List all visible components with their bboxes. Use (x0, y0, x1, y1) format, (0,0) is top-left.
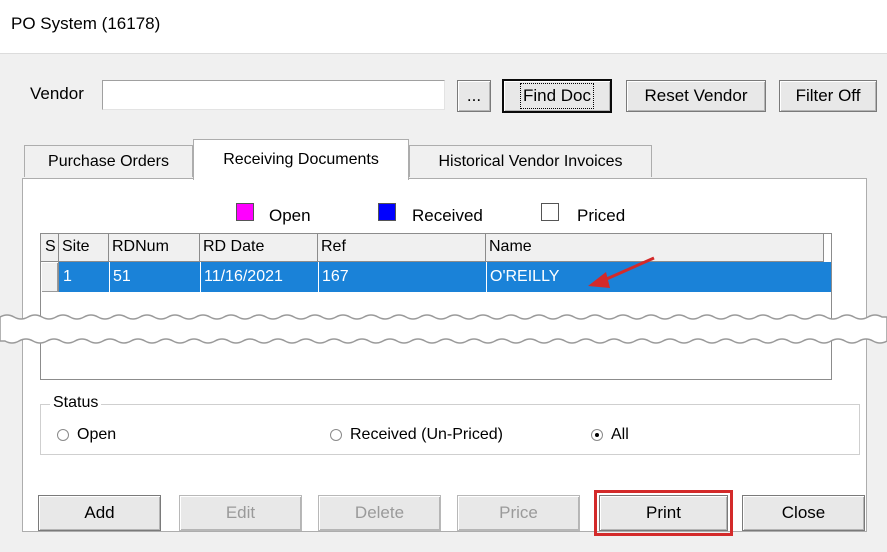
reset-vendor-button[interactable]: Reset Vendor (626, 80, 766, 112)
status-open-label[interactable]: Open (77, 426, 116, 444)
price-button-label: Price (499, 503, 538, 522)
edit-button-label: Edit (225, 503, 256, 522)
tab-historical-vendor-invoices[interactable]: Historical Vendor Invoices (409, 145, 652, 177)
print-button-label: Print (646, 503, 681, 522)
tab-purchase-orders-label: Purchase Orders (48, 152, 169, 170)
legend-open-swatch (236, 203, 254, 221)
table-row[interactable]: 1 51 11/16/2021 167 O'REILLY (41, 262, 831, 292)
cell-site: 1 (63, 268, 72, 285)
grid-column-divider (109, 262, 110, 292)
tab-receiving-documents-label: Receiving Documents (223, 151, 379, 168)
column-header-rd-date[interactable]: RD Date (200, 234, 318, 262)
filter-off-label: Filter Off (795, 86, 861, 105)
add-button-label: Add (84, 503, 115, 522)
column-header-s[interactable]: S (41, 234, 59, 262)
delete-button-label: Delete (354, 503, 405, 522)
cell-rdnum: 51 (113, 268, 131, 285)
tab-receiving-documents[interactable]: Receiving Documents (193, 139, 409, 180)
legend-priced-swatch (541, 203, 559, 221)
reset-vendor-label: Reset Vendor (644, 86, 748, 105)
legend-received-swatch (378, 203, 396, 221)
cell-ref: 167 (322, 268, 349, 285)
receiving-documents-grid[interactable]: S Site RDNum RD Date Ref Name 1 51 11/16… (40, 233, 832, 380)
vendor-browse-label: ... (466, 86, 482, 105)
vendor-browse-button[interactable]: ... (457, 80, 491, 112)
status-received-unpriced-radio[interactable] (330, 429, 342, 441)
delete-button[interactable]: Delete (318, 495, 441, 531)
find-doc-button[interactable]: Find Doc (502, 79, 612, 113)
cell-rd-date: 11/16/2021 (204, 268, 283, 285)
close-button-label: Close (781, 503, 826, 522)
filter-off-button[interactable]: Filter Off (779, 80, 877, 112)
row-selector[interactable] (41, 262, 59, 292)
vendor-label: Vendor (30, 84, 84, 103)
grid-column-divider (200, 262, 201, 292)
window-title: PO System (16178) (11, 14, 161, 33)
column-header-rdnum[interactable]: RDNum (109, 234, 200, 262)
status-open-radio[interactable] (57, 429, 69, 441)
legend-priced-label: Priced (577, 206, 626, 225)
status-all-label[interactable]: All (611, 426, 629, 444)
price-button[interactable]: Price (457, 495, 580, 531)
status-group-title: Status (50, 394, 102, 412)
add-button[interactable]: Add (38, 495, 161, 531)
legend-received-label: Received (412, 206, 483, 225)
close-button[interactable]: Close (742, 495, 865, 531)
print-button[interactable]: Print (594, 490, 733, 536)
legend-open-label: Open (269, 206, 311, 225)
status-received-unpriced-label[interactable]: Received (Un-Priced) (350, 426, 503, 444)
tab-purchase-orders[interactable]: Purchase Orders (24, 145, 193, 177)
column-header-ref[interactable]: Ref (318, 234, 486, 262)
tab-historical-vendor-invoices-label: Historical Vendor Invoices (438, 152, 623, 170)
grid-column-divider (486, 262, 487, 292)
title-bar: PO System (16178) (0, 0, 887, 54)
edit-button[interactable]: Edit (179, 495, 302, 531)
grid-column-divider (318, 262, 319, 292)
callout-arrow (588, 256, 655, 288)
torn-edge-break (0, 314, 887, 344)
status-all-radio[interactable] (591, 429, 603, 441)
vendor-input[interactable] (102, 80, 445, 110)
column-header-site[interactable]: Site (59, 234, 109, 262)
find-doc-label: Find Doc (519, 83, 595, 109)
